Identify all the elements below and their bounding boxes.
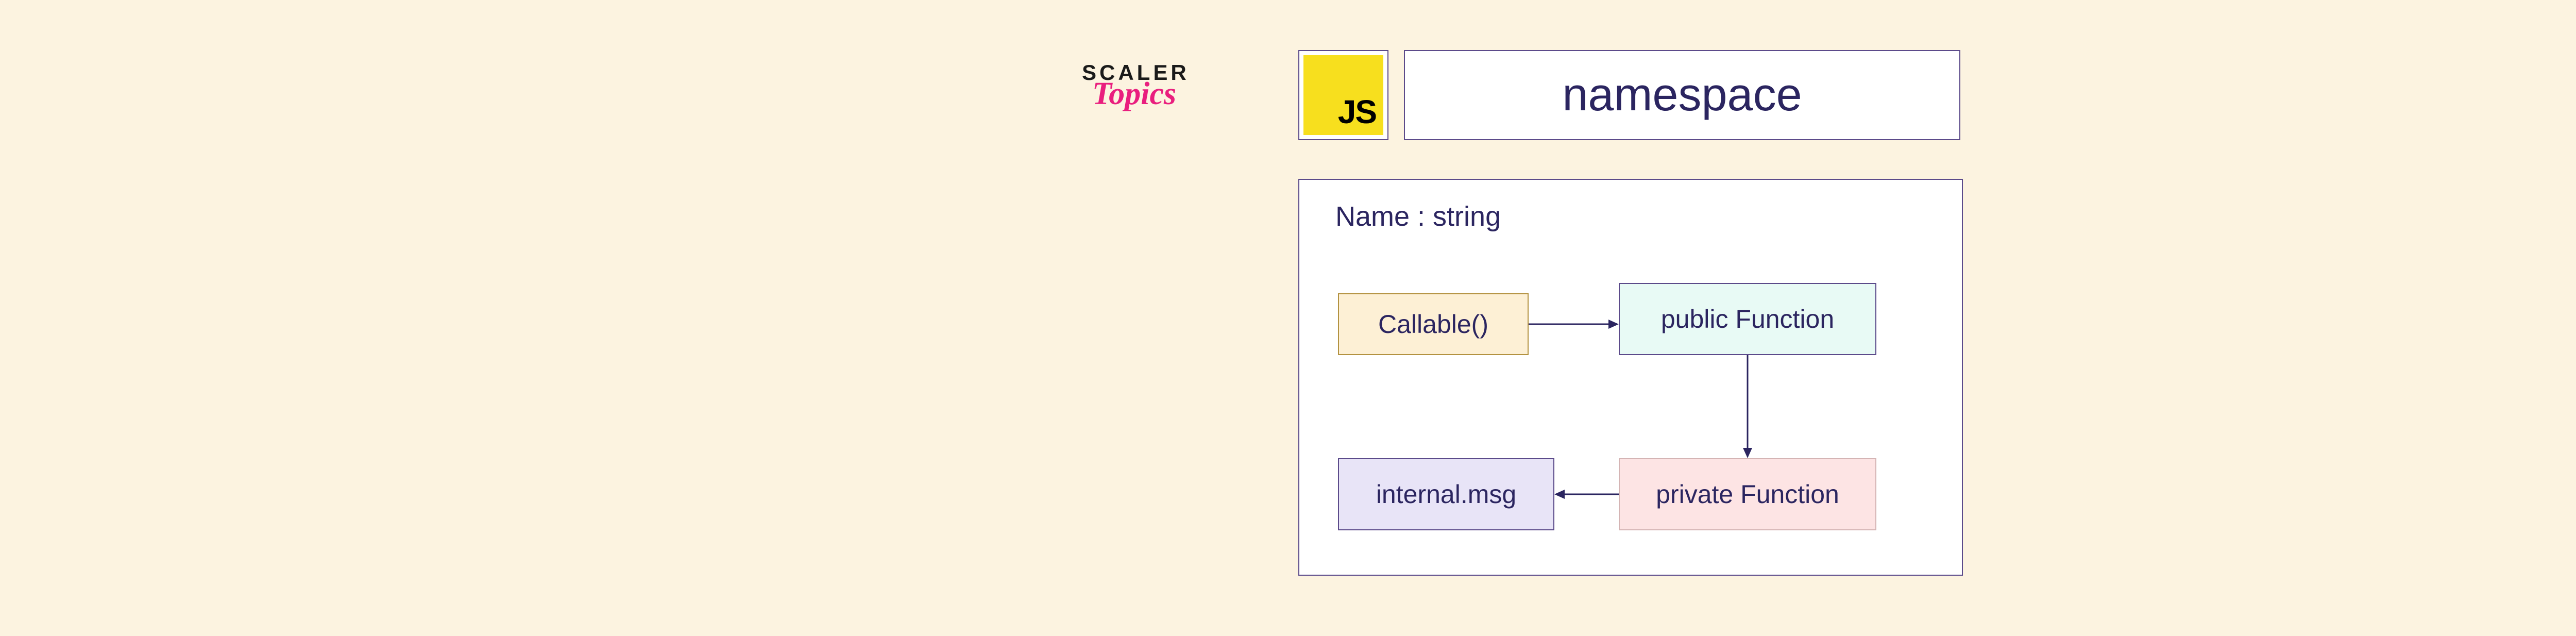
internal-msg-label: internal.msg — [1376, 479, 1516, 509]
private-function-node: private Function — [1619, 458, 1876, 530]
js-badge: JS — [1298, 50, 1388, 140]
arrow-public-to-private — [1741, 355, 1754, 458]
title-text: namespace — [1562, 69, 1802, 122]
arrow-private-to-internal — [1554, 487, 1619, 502]
diagram-canvas: SCALER Topics JS namespace Name : string… — [1082, 35, 2009, 601]
private-function-label: private Function — [1656, 479, 1839, 509]
js-icon-text: JS — [1338, 93, 1376, 131]
callable-node: Callable() — [1338, 293, 1529, 355]
public-function-label: public Function — [1661, 304, 1834, 334]
internal-msg-node: internal.msg — [1338, 458, 1554, 530]
namespace-diagram: Name : string Callable() public Function… — [1298, 179, 1963, 576]
public-function-node: public Function — [1619, 283, 1876, 355]
name-string-label: Name : string — [1335, 200, 1931, 232]
logo-topics-text: Topics — [1092, 76, 1236, 112]
title-box: namespace — [1404, 50, 1960, 140]
js-icon: JS — [1303, 55, 1383, 135]
callable-node-label: Callable() — [1378, 309, 1488, 339]
header-row: JS namespace — [1298, 50, 1960, 140]
scaler-logo: SCALER Topics — [1082, 60, 1236, 112]
arrow-callable-to-public — [1529, 316, 1619, 332]
